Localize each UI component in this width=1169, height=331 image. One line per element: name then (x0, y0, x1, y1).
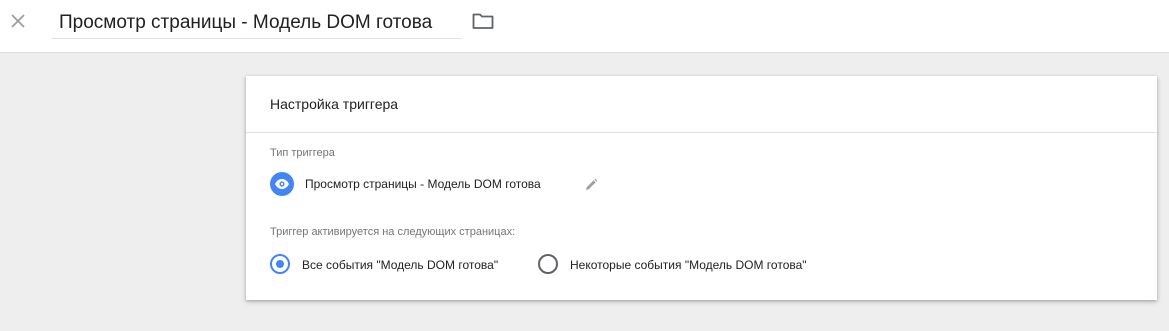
radio-button-checked[interactable] (270, 254, 290, 274)
page-title: Просмотр страницы - Модель DOM готова (59, 12, 433, 33)
card-title: Настройка триггера (270, 96, 399, 112)
pencil-icon[interactable] (584, 178, 598, 192)
folder-icon[interactable] (472, 12, 496, 32)
trigger-type-selector[interactable]: Просмотр страницы - Модель DOM готова (270, 172, 610, 196)
title-field[interactable]: Просмотр страницы - Модель DOM готова (52, 6, 462, 39)
trigger-configuration-card: Настройка триггера Тип триггера Просмотр… (246, 76, 1157, 300)
trigger-type-label: Тип триггера (270, 147, 335, 159)
radio-button-unchecked[interactable] (538, 254, 558, 274)
radio-dot (276, 260, 284, 268)
eye-icon (270, 172, 294, 196)
radio-some-events-label: Некоторые события "Модель DOM готова" (570, 258, 807, 272)
radio-all-events-label: Все события "Модель DOM готова" (302, 258, 499, 272)
card-header: Настройка триггера (246, 76, 1157, 133)
editor-header: Просмотр страницы - Модель DOM готова (0, 0, 1169, 53)
close-icon[interactable] (8, 11, 28, 31)
fires-on-label: Триггер активируется на следующих страни… (270, 226, 516, 238)
trigger-type-value: Просмотр страницы - Модель DOM готова (305, 177, 541, 191)
